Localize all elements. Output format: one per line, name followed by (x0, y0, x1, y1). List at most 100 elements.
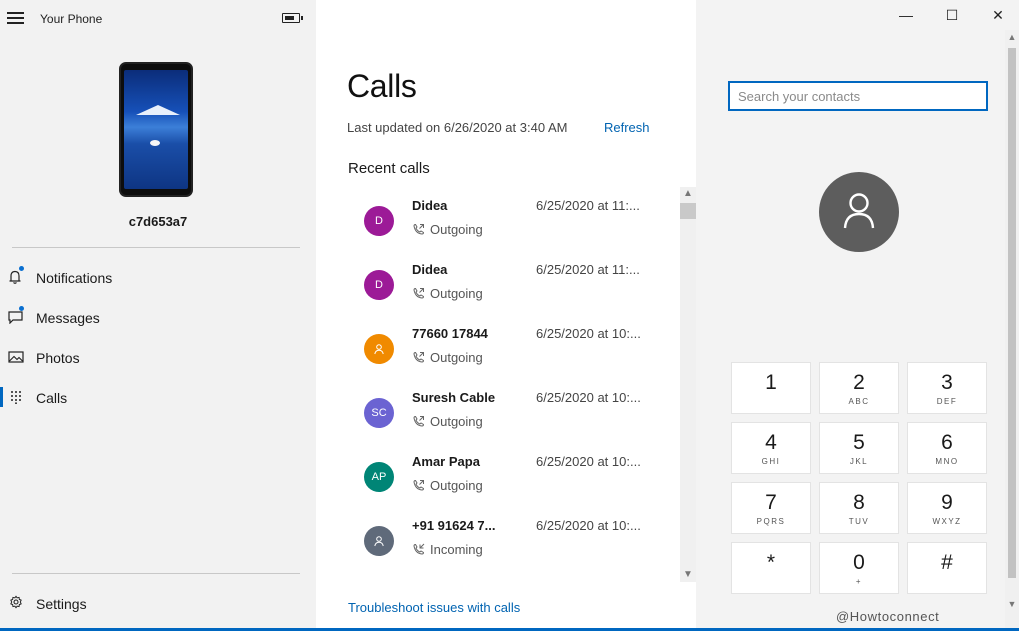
divider (12, 573, 300, 574)
call-direction-label: Outgoing (430, 286, 483, 301)
app-title: Your Phone (40, 12, 103, 26)
avatar: D (364, 206, 394, 236)
dial-key-8[interactable]: 8 TUV (819, 482, 899, 534)
call-name: Didea (412, 262, 448, 277)
avatar: AP (364, 462, 394, 492)
call-name: Amar Papa (412, 454, 480, 469)
key-digit: # (941, 551, 953, 574)
sidebar-item-messages[interactable]: Messages (0, 297, 316, 337)
scroll-down-icon[interactable]: ▼ (1005, 599, 1019, 609)
key-digit: 9 (941, 491, 953, 514)
sidebar: Your Phone c7d653a7 Notifications Messag… (0, 0, 316, 631)
close-button[interactable]: ✕ (987, 4, 1009, 26)
hamburger-menu-icon[interactable] (7, 12, 24, 24)
call-direction: Outgoing (412, 478, 483, 493)
dial-key-3[interactable]: 3 DEF (907, 362, 987, 414)
bell-icon (9, 270, 21, 284)
key-digit: 4 (765, 431, 777, 454)
maximize-button[interactable]: ☐ (941, 4, 963, 26)
dial-key-star[interactable]: * (731, 542, 811, 594)
key-digit: 0 (853, 551, 865, 574)
person-icon (374, 536, 384, 547)
call-direction: Outgoing (412, 222, 483, 237)
dial-key-0[interactable]: 0 + (819, 542, 899, 594)
call-time: 6/25/2020 at 10:... (536, 454, 641, 469)
call-row[interactable]: SC Suresh Cable 6/25/2020 at 10:... Outg… (348, 372, 678, 436)
troubleshoot-link[interactable]: Troubleshoot issues with calls (348, 600, 520, 615)
incoming-call-icon (413, 543, 425, 555)
call-row[interactable]: AP Amar Papa 6/25/2020 at 10:... Outgoin… (348, 436, 678, 500)
dial-key-7[interactable]: 7 PQRS (731, 482, 811, 534)
notification-badge (19, 266, 24, 271)
sidebar-item-label: Messages (36, 310, 100, 326)
message-badge (19, 306, 24, 311)
person-icon (843, 193, 875, 229)
call-time: 6/25/2020 at 10:... (536, 326, 641, 341)
sidebar-item-calls[interactable]: Calls (0, 377, 316, 417)
dial-key-2[interactable]: 2 ABC (819, 362, 899, 414)
battery-icon (282, 13, 303, 23)
key-letters: PQRS (756, 517, 786, 526)
call-direction-label: Incoming (430, 542, 483, 557)
key-digit: 8 (853, 491, 865, 514)
sidebar-item-label: Notifications (36, 270, 113, 286)
scroll-up-icon[interactable]: ▲ (680, 187, 696, 201)
sidebar-item-settings[interactable]: Settings (0, 583, 316, 623)
scroll-thumb[interactable] (1008, 48, 1016, 578)
call-time: 6/25/2020 at 11:... (536, 198, 640, 213)
key-digit: 7 (765, 491, 777, 514)
call-time: 6/25/2020 at 10:... (536, 390, 641, 405)
calls-pane: Calls Last updated on 6/26/2020 at 3:40 … (316, 0, 696, 631)
dial-key-5[interactable]: 5 JKL (819, 422, 899, 474)
device-name: c7d653a7 (128, 214, 188, 229)
dialer-scrollbar[interactable]: ▲ ▼ (1005, 30, 1019, 631)
call-list-scrollbar[interactable]: ▲ ▼ (680, 187, 696, 582)
outgoing-call-icon (413, 415, 425, 427)
dial-key-4[interactable]: 4 GHI (731, 422, 811, 474)
sidebar-item-notifications[interactable]: Notifications (0, 257, 316, 297)
avatar (364, 526, 394, 556)
divider (12, 247, 300, 248)
outgoing-call-icon (413, 351, 425, 363)
scroll-down-icon[interactable]: ▼ (680, 568, 696, 582)
scroll-up-icon[interactable]: ▲ (1005, 32, 1019, 42)
call-direction: Outgoing (412, 286, 483, 301)
dialer-pane: — ☐ ✕ 1 2 ABC 3 DEF 4 GHI 5 JKL 6 MNO 7 PQRS 8… (696, 0, 1019, 631)
contact-search-box[interactable] (728, 81, 988, 111)
key-digit: 1 (765, 371, 777, 394)
dial-key-9[interactable]: 9 WXYZ (907, 482, 987, 534)
settings-label: Settings (36, 596, 87, 612)
avatar: SC (364, 398, 394, 428)
call-direction: Outgoing (412, 414, 483, 429)
call-direction: Incoming (412, 542, 483, 557)
contact-search-input[interactable] (730, 83, 986, 109)
call-time: 6/25/2020 at 10:... (536, 518, 641, 533)
last-updated-text: Last updated on 6/26/2020 at 3:40 AM (347, 120, 568, 135)
page-title: Calls (347, 68, 417, 104)
call-row[interactable]: D Didea 6/25/2020 at 11:... Outgoing (348, 244, 678, 308)
call-direction-label: Outgoing (430, 414, 483, 429)
refresh-link[interactable]: Refresh (604, 120, 650, 135)
scroll-thumb[interactable] (680, 203, 696, 219)
dial-key-1[interactable]: 1 (731, 362, 811, 414)
key-digit: 6 (941, 431, 953, 454)
call-direction-label: Outgoing (430, 350, 483, 365)
key-digit: 2 (853, 371, 865, 394)
key-letters: WXYZ (932, 517, 962, 526)
sidebar-item-label: Calls (36, 390, 68, 406)
key-letters: MNO (935, 457, 959, 466)
recent-calls-heading: Recent calls (348, 160, 430, 177)
dial-key-hash[interactable]: # (907, 542, 987, 594)
call-row[interactable]: D Didea 6/25/2020 at 11:... Outgoing (348, 180, 678, 244)
call-row[interactable]: +91 91624 7... 6/25/2020 at 10:... Incom… (348, 500, 678, 564)
sidebar-item-photos[interactable]: Photos (0, 337, 316, 377)
message-icon (8, 311, 23, 324)
key-digit: 5 (853, 431, 865, 454)
dial-key-6[interactable]: 6 MNO (907, 422, 987, 474)
call-row[interactable]: 77660 17844 6/25/2020 at 10:... Outgoing (348, 308, 678, 372)
phone-image (119, 62, 193, 197)
watermark: @Howtoconnect (836, 609, 940, 624)
key-letters: JKL (849, 457, 869, 466)
minimize-button[interactable]: — (895, 4, 917, 26)
key-letters: ABC (848, 397, 870, 406)
